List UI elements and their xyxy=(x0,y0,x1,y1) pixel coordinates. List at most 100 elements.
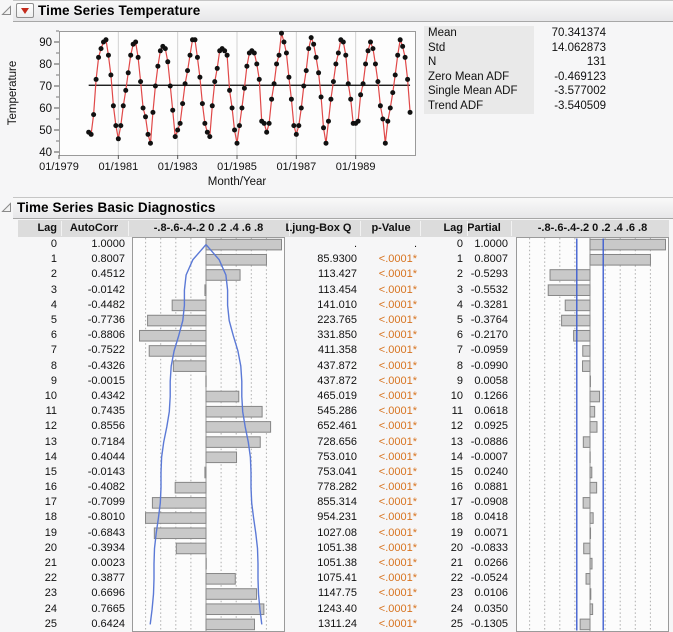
lag2-cell: 10 xyxy=(450,389,463,402)
lag2-cell: 23 xyxy=(450,587,463,600)
acf-bar xyxy=(205,618,256,631)
autocorr-cell: 0.7435 xyxy=(91,405,125,418)
data-point-marker xyxy=(345,81,351,87)
acf-bar xyxy=(139,329,207,342)
p-value-cell: <.0001* xyxy=(378,541,417,554)
acf-bar xyxy=(205,451,238,464)
lag2-cell: 8 xyxy=(456,359,463,372)
data-point-marker xyxy=(162,46,168,52)
data-point-marker xyxy=(150,109,156,115)
pacf-bar xyxy=(582,345,591,357)
data-point-marker xyxy=(296,123,302,129)
ljung-q-cell: 545.286 xyxy=(317,405,357,418)
data-point-marker xyxy=(120,103,126,109)
data-point-marker xyxy=(236,123,242,129)
stat-row: Zero Mean ADF -0.469123 xyxy=(424,69,608,85)
disclosure-triangle-open-icon[interactable] xyxy=(1,5,12,16)
summary-statistics-table: Mean 70.341374 Std 14.062873 N 131 Zero Mean A… xyxy=(424,26,608,114)
section-title-time-series: Time Series Temperature xyxy=(38,3,201,18)
partial-cell: 0.0925 xyxy=(474,420,508,433)
acf-bar xyxy=(205,421,272,433)
ljung-q-cell: 753.041 xyxy=(317,465,357,478)
ljung-q-cell: 85.9300 xyxy=(317,253,357,266)
partial-cell: -0.3281 xyxy=(470,298,508,311)
lag2-cell: 0 xyxy=(456,238,463,250)
ljung-q-cell: 411.358 xyxy=(318,344,357,357)
partial-cell: 0.0058 xyxy=(474,374,508,387)
data-point-marker xyxy=(397,37,403,43)
data-point-marker xyxy=(241,85,247,91)
partial-cell: 1.0000 xyxy=(474,238,508,250)
ljung-q-cell: 1051.38 xyxy=(317,541,357,554)
autocorr-cell: -0.7736 xyxy=(87,313,125,326)
data-point-marker xyxy=(308,35,314,41)
acf-bar xyxy=(205,405,263,418)
lag-cell: 2 xyxy=(50,268,57,281)
data-point-marker xyxy=(177,120,183,126)
p-value-cell: <.0001* xyxy=(378,435,417,448)
diagnostics-column-header: Lag AutoCorr -.8-.6-.4-.2 0 .2 .4 .6 .8 … xyxy=(18,220,669,237)
data-point-marker xyxy=(165,59,171,65)
red-triangle-menu-button[interactable] xyxy=(16,3,34,18)
y-tick-label: 90 xyxy=(39,37,52,49)
partial-cell: 0.0350 xyxy=(474,602,508,615)
pacf-bar xyxy=(583,542,591,555)
lag2-cell: 9 xyxy=(456,374,463,387)
ljung-q-cell: 1075.41 xyxy=(317,572,357,585)
lag2-cell: 18 xyxy=(450,511,463,524)
data-point-marker xyxy=(360,81,366,87)
disclosure-triangle-open-icon[interactable] xyxy=(1,202,12,213)
data-point-marker xyxy=(390,90,396,96)
data-point-marker xyxy=(187,52,193,58)
pacf-bar xyxy=(589,603,594,616)
data-point-marker xyxy=(264,129,270,135)
col-header-autocorr: AutoCorr xyxy=(69,222,119,234)
autocorr-cell: 0.7184 xyxy=(91,435,125,448)
data-point-marker xyxy=(325,118,331,124)
header-separator xyxy=(467,221,468,236)
acf-bar xyxy=(153,527,207,540)
col-header-lag2: Lag xyxy=(443,222,463,234)
stat-value: -3.540509 xyxy=(554,99,606,112)
partial-cell: 0.0266 xyxy=(474,557,508,570)
data-point-marker xyxy=(402,54,408,60)
autocorr-cell: -0.8806 xyxy=(87,329,125,342)
ljung-q-cell: 223.765 xyxy=(317,313,357,326)
data-point-marker xyxy=(133,39,139,45)
y-tick-label: 40 xyxy=(39,147,52,159)
pacf-bar xyxy=(589,481,598,494)
lag2-cell: 6 xyxy=(456,329,463,342)
lag2-cell: 3 xyxy=(456,283,463,296)
ljung-q-cell: 437.872 xyxy=(317,374,357,387)
data-point-marker xyxy=(118,123,124,129)
pacf-bar xyxy=(589,253,651,266)
stat-value: -3.577002 xyxy=(554,85,606,98)
p-value-cell: <.0001* xyxy=(378,587,417,600)
pacf-bar xyxy=(561,314,591,327)
y-axis-title: Temperature xyxy=(7,61,19,126)
data-point-marker xyxy=(306,46,312,52)
ljung-q-cell: 1311.24 xyxy=(318,617,357,630)
header-separator xyxy=(289,221,290,236)
data-point-marker xyxy=(115,136,121,142)
data-point-marker xyxy=(375,79,381,85)
data-point-marker xyxy=(123,87,129,93)
lag2-cell: 1 xyxy=(456,253,463,266)
acf-bar xyxy=(172,360,207,372)
col-header-ljung-box-q: Ljung-Box Q xyxy=(285,222,352,234)
lag-cell: 11 xyxy=(45,405,57,418)
lag-cell: 22 xyxy=(44,572,57,585)
data-point-marker xyxy=(370,46,376,52)
acf-bar xyxy=(205,603,265,616)
stat-row: Mean 70.341374 xyxy=(424,26,608,41)
autocorr-cell: -0.3934 xyxy=(87,541,125,554)
data-point-marker xyxy=(155,63,161,69)
partial-cell: 0.1266 xyxy=(474,389,508,402)
data-point-marker xyxy=(227,87,233,93)
autocorr-cell: -0.6843 xyxy=(87,526,125,539)
data-point-marker xyxy=(323,140,329,146)
autocorr-cell: -0.8010 xyxy=(87,511,125,524)
autocorr-cell: -0.0142 xyxy=(87,283,125,296)
pacf-bar xyxy=(579,618,591,631)
data-point-marker xyxy=(182,81,188,87)
